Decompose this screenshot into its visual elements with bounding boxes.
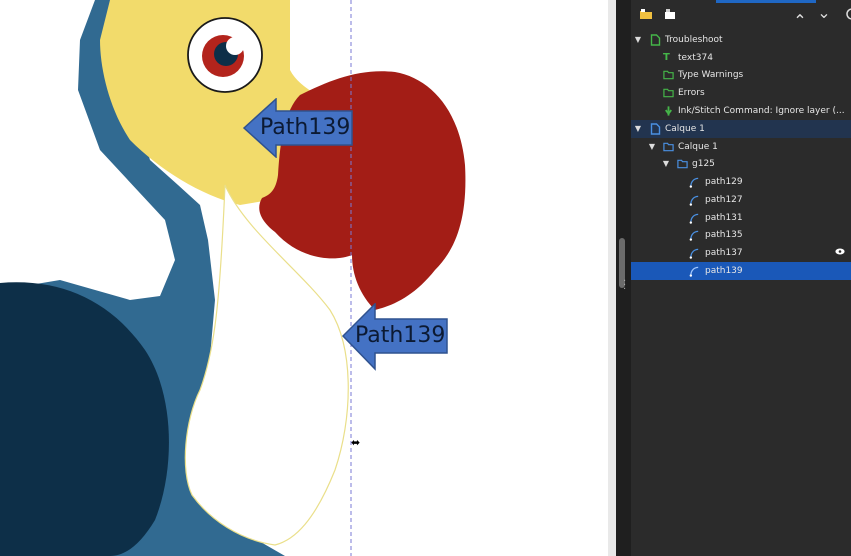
tree-row-text374[interactable]: T text374 bbox=[631, 49, 851, 67]
move-down-icon[interactable]: ⌄ bbox=[815, 4, 833, 22]
folder-add-icon[interactable] bbox=[637, 8, 655, 26]
panel-scrollbar[interactable]: · · · bbox=[616, 0, 631, 556]
tree-row-label: Calque 1 bbox=[665, 124, 705, 134]
tree-row-label: text374 bbox=[678, 53, 713, 63]
path-icon bbox=[689, 213, 699, 224]
tree-row-calque-1-sublayer[interactable]: ▼ Calque 1 bbox=[631, 138, 851, 156]
tree-row-label: Troubleshoot bbox=[665, 35, 723, 45]
expand-toggle-icon[interactable]: ▼ bbox=[633, 120, 643, 138]
tree-row-label: path137 bbox=[705, 248, 743, 258]
tree-row-label: Ink/Stitch Command: Ignore layer (... bbox=[678, 106, 845, 116]
drawing-canvas[interactable]: Path139 Path139 ⬌ bbox=[0, 0, 608, 556]
tree-row-label: path131 bbox=[705, 213, 743, 223]
callout-label: Path139 bbox=[355, 323, 446, 348]
expand-toggle-icon[interactable]: ▼ bbox=[633, 31, 643, 49]
tree-row-label: g125 bbox=[692, 159, 715, 169]
path-icon bbox=[689, 177, 699, 188]
tree-row-label: path135 bbox=[705, 230, 743, 240]
path-icon bbox=[689, 266, 699, 277]
expand-toggle-icon[interactable]: ▼ bbox=[661, 155, 671, 173]
active-tab-indicator bbox=[716, 0, 816, 3]
callout-lower: Path139 bbox=[341, 303, 449, 371]
visibility-eye-icon[interactable] bbox=[835, 244, 845, 262]
panel-toolbar: ⌃ ⌄ bbox=[631, 0, 851, 32]
layers-objects-panel: ··· ⌃ ⌄ ▼ Troubleshoot T text374 Type bbox=[616, 0, 851, 556]
layer-icon bbox=[650, 34, 661, 46]
tree-row-path137[interactable]: path137 bbox=[631, 244, 851, 262]
resize-cursor-icon: ⬌ bbox=[351, 436, 361, 449]
tree-row-label: Type Warnings bbox=[678, 70, 744, 80]
folder-icon bbox=[663, 142, 674, 152]
tree-row-label: Calque 1 bbox=[678, 142, 718, 152]
tree-row-path131[interactable]: path131 bbox=[631, 209, 851, 227]
tree-row-label: path127 bbox=[705, 195, 743, 205]
tree-row-troubleshoot[interactable]: ▼ Troubleshoot bbox=[631, 31, 851, 49]
tree-row-label: Errors bbox=[678, 88, 705, 98]
path-icon bbox=[689, 195, 699, 206]
callout-label: Path139 bbox=[260, 115, 351, 140]
tree-row-path129[interactable]: path129 bbox=[631, 173, 851, 191]
tree-row-inkstitch-command[interactable]: Ink/Stitch Command: Ignore layer (... bbox=[631, 102, 851, 120]
expand-toggle-icon[interactable]: ▼ bbox=[647, 138, 657, 156]
dodo-illustration bbox=[0, 0, 466, 556]
text-icon: T bbox=[663, 52, 670, 63]
tree-row-label: path129 bbox=[705, 177, 743, 187]
path-icon bbox=[689, 230, 699, 241]
callout-upper: Path139 bbox=[242, 98, 354, 158]
tree-row-g125[interactable]: ▼ g125 bbox=[631, 155, 851, 173]
drag-grip-icon[interactable]: · · · bbox=[623, 277, 626, 295]
tree-row-calque-1-layer[interactable]: ▼ Calque 1 bbox=[631, 120, 851, 138]
path-icon bbox=[689, 248, 699, 259]
move-up-icon[interactable]: ⌃ bbox=[791, 12, 809, 30]
tree-row-path135[interactable]: path135 bbox=[631, 226, 851, 244]
eye bbox=[187, 17, 263, 93]
folder-icon bbox=[663, 88, 674, 98]
panel-divider[interactable] bbox=[608, 0, 616, 556]
folder-icon bbox=[663, 70, 674, 80]
tree-row-errors[interactable]: Errors bbox=[631, 84, 851, 102]
tree-row-path127[interactable]: path127 bbox=[631, 191, 851, 209]
ink-stitch-command-icon bbox=[665, 106, 672, 116]
tree-row-type-warnings[interactable]: Type Warnings bbox=[631, 66, 851, 84]
tree-row-path139[interactable]: path139 bbox=[631, 262, 851, 280]
group-folder-icon bbox=[677, 159, 688, 169]
tree-row-label: path139 bbox=[705, 266, 743, 276]
layer-add-icon[interactable] bbox=[661, 8, 679, 26]
layer-icon bbox=[650, 123, 661, 135]
more-icon[interactable] bbox=[841, 8, 851, 26]
